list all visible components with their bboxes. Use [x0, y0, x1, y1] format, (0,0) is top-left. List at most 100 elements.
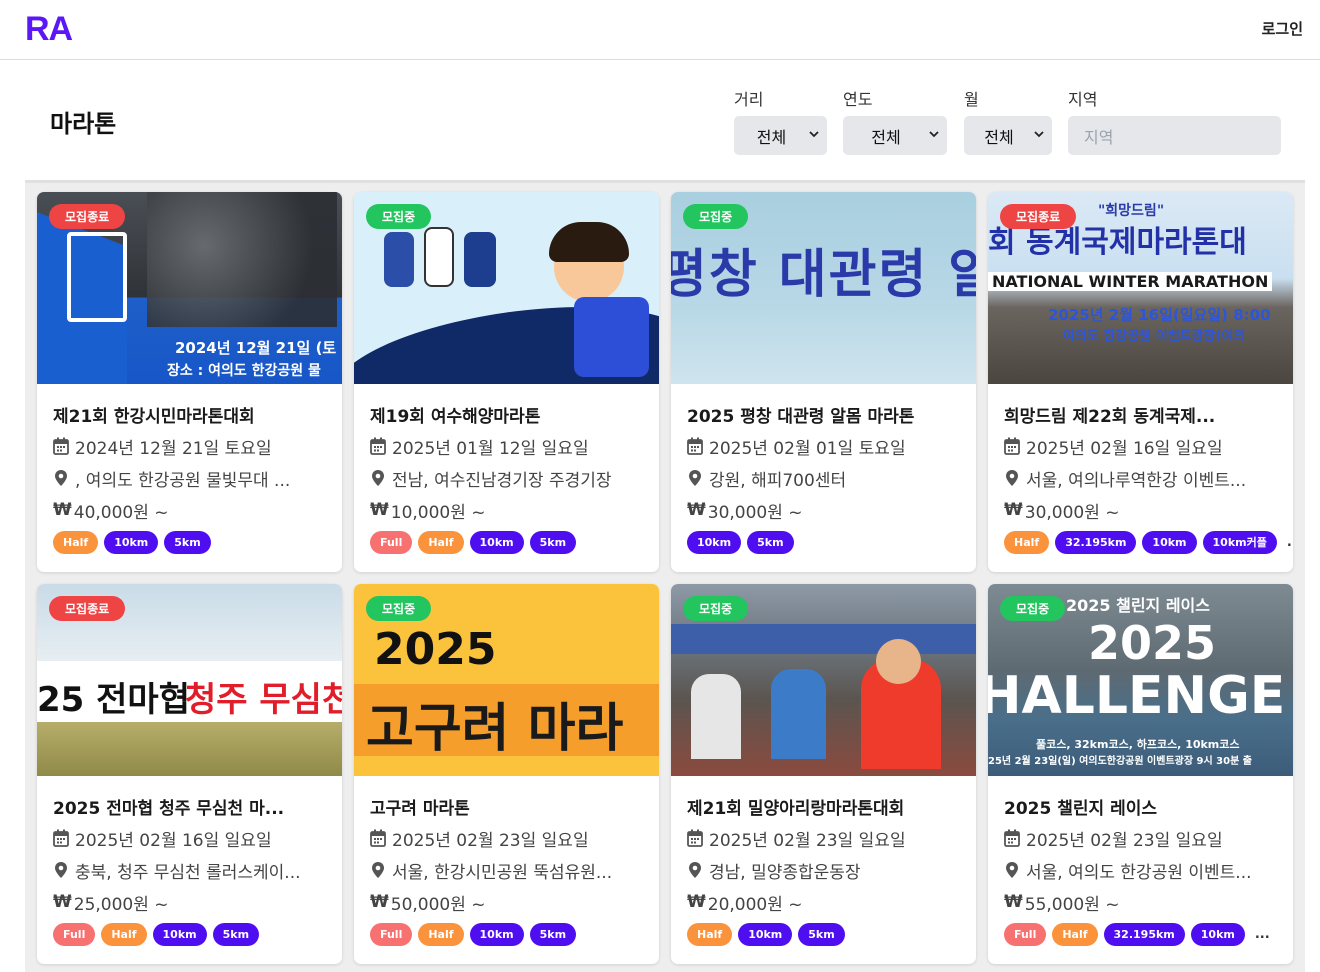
card-price-text: 50,000원 ~	[390, 894, 486, 915]
card-title[interactable]: 2025 챌린지 레이스	[1004, 794, 1277, 818]
calendar-icon	[687, 829, 703, 847]
marathon-card[interactable]: 모집중 제19회 여수해양마라톤 2025년 01월 12일 일요일 전남, 여…	[354, 192, 659, 572]
location-pin-icon	[689, 470, 701, 486]
thumb-caption: 평창 대관령 알몸	[671, 245, 976, 305]
thumb-caption: 장소 : 여의도 한강공원 물	[167, 363, 321, 379]
course-tag: 5km	[798, 922, 845, 946]
card-date: 2025년 02월 23일 일요일	[1004, 826, 1277, 850]
login-button[interactable]: 로그인	[1262, 18, 1303, 39]
won-icon: ₩	[53, 892, 72, 912]
thumb-caption: HALLENGE RAC	[988, 666, 1293, 726]
marathon-card[interactable]: 평창 대관령 알몸 모집중 2025 평창 대관령 알몸 마라톤 2025년 0…	[671, 192, 976, 572]
calendar-icon	[53, 829, 69, 847]
card-date-text: 2025년 01월 12일 일요일	[392, 438, 589, 459]
marathon-card[interactable]: 2025 고구려 마라 모집중 고구려 마라톤 2025년 02월 23일 일요…	[354, 584, 659, 964]
course-tag: Half	[418, 530, 464, 554]
course-tag: 10km	[469, 530, 524, 554]
won-icon: ₩	[687, 500, 706, 520]
region-input[interactable]: 지역	[1068, 116, 1281, 155]
course-tags: Half 32.195km 10km 10km커플 ...	[1004, 528, 1293, 556]
card-title[interactable]: 고구려 마라톤	[370, 794, 643, 818]
distance-filter-label: 거리	[734, 90, 764, 109]
course-tag: 5km	[164, 530, 211, 554]
card-price-text: 30,000원 ~	[1024, 502, 1120, 523]
status-badge: 모집종료	[49, 204, 126, 229]
distance-select[interactable]: 전체	[734, 116, 827, 155]
location-pin-icon	[689, 862, 701, 878]
thumb-caption: 25년 2월 23일(일) 여의도한강공원 이벤트광장 9시 30분 출	[988, 756, 1252, 767]
card-thumbnail: 2025 챌린지 레이스 2025 HALLENGE RAC 풀코스, 32km…	[988, 584, 1293, 776]
marathon-card[interactable]: "희망드림" 회 동계국제마라톤대 NATIONAL WINTER MARATH…	[988, 192, 1293, 572]
won-icon: ₩	[370, 892, 389, 912]
card-location-text: 경남, 밀양종합운동장	[709, 862, 861, 883]
thumb-graphic	[671, 624, 976, 654]
month-select-value: 전체	[984, 127, 1014, 147]
course-tags: Full Half 10km 5km	[370, 528, 643, 556]
status-badge: 모집중	[683, 204, 749, 229]
card-title[interactable]: 제21회 한강시민마라톤대회	[53, 402, 326, 426]
card-price: ₩ 50,000원 ~	[370, 890, 643, 915]
course-tags: Half 10km 5km	[53, 528, 326, 556]
course-tags: Half 10km 5km	[687, 920, 960, 948]
course-tag: Full	[370, 922, 413, 946]
month-filter-label: 월	[964, 90, 979, 109]
card-location-text: , 여의도 한강공원 물빛무대 ...	[75, 470, 291, 491]
card-title[interactable]: 제19회 여수해양마라톤	[370, 402, 643, 426]
card-thumbnail: 25 전마협 청주 무심천 투 모집종료	[37, 584, 342, 776]
chevron-down-icon	[1034, 131, 1044, 138]
course-tag: 5km	[747, 530, 794, 554]
year-select[interactable]: 전체	[843, 116, 947, 155]
thumb-graphic	[424, 227, 454, 287]
thumb-caption: 여의도 한강공원 이벤트광장(여의	[1063, 329, 1246, 344]
thumb-graphic	[549, 222, 629, 262]
thumb-caption: 2025년 2월 16일(일요일) 8:00	[1048, 306, 1271, 324]
course-tags: 10km 5km	[687, 528, 960, 556]
course-tag: 10km커플	[1202, 530, 1277, 554]
month-select[interactable]: 전체	[964, 116, 1052, 155]
card-title[interactable]: 제21회 밀양아리랑마라톤대회	[687, 794, 960, 818]
course-tag: Half	[418, 922, 464, 946]
won-icon: ₩	[687, 892, 706, 912]
marathon-card[interactable]: 2024년 12월 21일 (토 장소 : 여의도 한강공원 물 모집종료 제2…	[37, 192, 342, 572]
course-tags: Full Half 10km 5km	[53, 920, 326, 948]
card-title[interactable]: 2025 전마협 청주 무심천 마...	[53, 794, 326, 818]
thumb-graphic	[771, 669, 826, 759]
card-price-text: 20,000원 ~	[707, 894, 803, 915]
thumb-caption: 2025	[1088, 616, 1217, 670]
chevron-down-icon	[809, 131, 819, 138]
year-select-value: 전체	[871, 127, 901, 147]
card-price: ₩ 55,000원 ~	[1004, 890, 1277, 915]
thumb-caption: NATIONAL WINTER MARATHON	[988, 272, 1273, 291]
card-price: ₩ 40,000원 ~	[53, 498, 326, 523]
card-price: ₩ 10,000원 ~	[370, 498, 643, 523]
course-tag: 10km	[738, 922, 793, 946]
card-location: 서울, 여의나루역한강 이벤트...	[1004, 466, 1277, 490]
location-pin-icon	[1006, 862, 1018, 878]
card-price-text: 55,000원 ~	[1024, 894, 1120, 915]
card-date-text: 2025년 02월 16일 일요일	[1026, 438, 1223, 459]
card-date: 2025년 01월 12일 일요일	[370, 434, 643, 458]
card-location: 충북, 청주 무심천 롤러스케이...	[53, 858, 326, 882]
thumb-caption: 풀코스, 32km코스, 하프코스, 10km코스	[1036, 738, 1240, 751]
calendar-icon	[1004, 829, 1020, 847]
logo[interactable]: RA	[25, 10, 73, 49]
location-pin-icon	[372, 470, 384, 486]
card-price: ₩ 30,000원 ~	[687, 498, 960, 523]
card-title[interactable]: 희망드림 제22회 동계국제...	[1004, 402, 1277, 426]
marathon-card[interactable]: 25 전마협 청주 무심천 투 모집종료 2025 전마협 청주 무심천 마..…	[37, 584, 342, 964]
calendar-icon	[1004, 437, 1020, 455]
card-date: 2025년 02월 01일 토요일	[687, 434, 960, 458]
status-badge: 모집종료	[1000, 204, 1077, 229]
course-tag: Half	[101, 922, 147, 946]
won-icon: ₩	[1004, 892, 1023, 912]
thumb-caption: 2024년 12월 21일 (토	[175, 339, 337, 357]
card-location-text: 서울, 여의나루역한강 이벤트...	[1026, 470, 1247, 491]
card-date: 2025년 02월 23일 일요일	[687, 826, 960, 850]
card-title[interactable]: 2025 평창 대관령 알몸 마라톤	[687, 402, 960, 426]
card-location: 경남, 밀양종합운동장	[687, 858, 960, 882]
year-filter: 연도 전체	[843, 86, 947, 155]
course-tags: Full Half 32.195km 10km ...	[1004, 920, 1277, 948]
marathon-card[interactable]: 모집중 제21회 밀양아리랑마라톤대회 2025년 02월 23일 일요일 경남…	[671, 584, 976, 964]
course-tag: 10km	[469, 922, 524, 946]
marathon-card[interactable]: 2025 챌린지 레이스 2025 HALLENGE RAC 풀코스, 32km…	[988, 584, 1293, 964]
